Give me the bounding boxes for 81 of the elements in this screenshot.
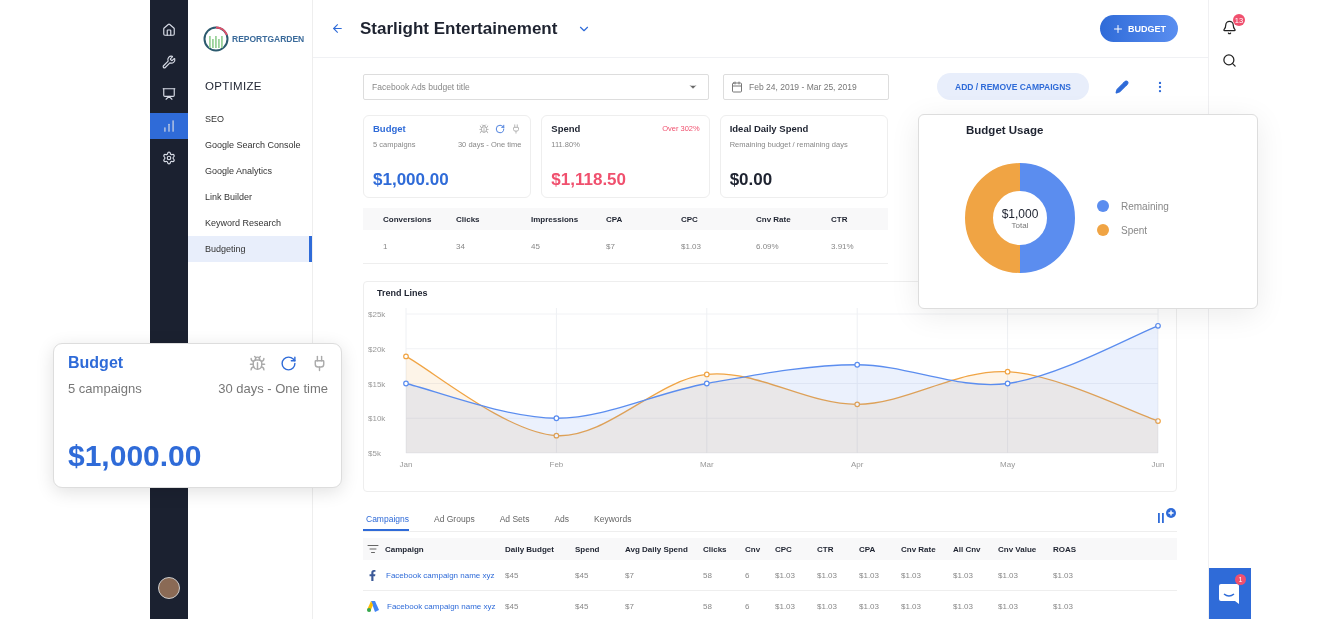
- table-cell: $45: [505, 591, 575, 619]
- table-cell: $1.03: [1053, 560, 1177, 591]
- table-cell: $7: [588, 230, 663, 264]
- sidebar-heading: OPTIMIZE: [204, 79, 263, 94]
- x-axis-label: Jun: [1151, 460, 1165, 469]
- table-cell: 1: [363, 230, 438, 264]
- chart-title: Trend Lines: [376, 287, 429, 298]
- column-header: Cnv Rate: [901, 538, 953, 560]
- card-title: Budget Usage: [966, 124, 1045, 136]
- table-cell: $1.03: [998, 560, 1053, 591]
- card-title: Ideal Daily Spend: [729, 123, 809, 134]
- column-header: ROAS: [1053, 538, 1177, 560]
- table-cell: $1.03: [953, 560, 998, 591]
- column-header: CTR: [817, 538, 859, 560]
- table-cell: $1.03: [901, 591, 953, 619]
- column-header: Conversions: [363, 208, 438, 230]
- card-value: $1,000.00: [68, 439, 203, 473]
- table-cell: $1.03: [1053, 591, 1177, 619]
- column-header: Cnv Rate: [738, 208, 813, 230]
- legend-label: Spent: [1121, 224, 1148, 236]
- card-subtitle: 5 campaigns: [68, 381, 142, 396]
- table-cell: $1.03: [859, 560, 901, 591]
- table-cell: 6.09%: [738, 230, 813, 264]
- y-axis-label: $15k: [368, 379, 386, 389]
- card-title: Budget: [373, 123, 406, 134]
- card-value: $1,000.00: [373, 170, 450, 190]
- card-value: $1,118.50: [551, 170, 628, 190]
- column-header: CTR: [813, 208, 888, 230]
- table-cell: 34: [438, 230, 513, 264]
- column-header: Clicks: [438, 208, 513, 230]
- donut-total-label: Total: [1011, 220, 1029, 230]
- card-title: Spend: [551, 123, 581, 134]
- table-cell: 58: [703, 560, 745, 591]
- table-cell: $45: [505, 560, 575, 591]
- logo-text: REPORTGARDEN: [232, 34, 305, 44]
- x-axis-label: Mar: [699, 460, 714, 469]
- column-header: Campaign: [385, 544, 424, 554]
- table-cell: $1.03: [775, 591, 817, 619]
- table-cell: $1.03: [859, 591, 901, 619]
- column-header: Impressions: [513, 208, 588, 230]
- column-header: CPA: [859, 538, 901, 560]
- table-cell: 3.91%: [813, 230, 888, 264]
- column-header: Clicks: [703, 538, 745, 560]
- table-cell: 58: [703, 591, 745, 619]
- table-cell: $1.03: [998, 591, 1053, 619]
- table-cell: $1.03: [817, 591, 859, 619]
- column-header: CPA: [588, 208, 663, 230]
- y-axis-label: $10k: [368, 414, 386, 424]
- table-cell: $1.03: [775, 560, 817, 591]
- x-axis-label: Jan: [399, 460, 413, 469]
- x-axis-label: Apr: [850, 460, 864, 469]
- table-cell: 6: [745, 591, 775, 619]
- column-header: CPC: [775, 538, 817, 560]
- table-cell: $1.03: [663, 230, 738, 264]
- x-axis-label: Feb: [549, 460, 564, 469]
- column-header: Cnv Value: [998, 538, 1053, 560]
- page-title: Starlight Entertainement: [360, 18, 558, 39]
- column-header: Avg Daily Spend: [625, 538, 703, 560]
- column-header: Cnv: [745, 538, 775, 560]
- legend-label: Remaining: [1121, 200, 1169, 212]
- table-cell: $1.03: [953, 591, 998, 619]
- table-cell: 6: [745, 560, 775, 591]
- column-header: Daily Budget: [505, 538, 575, 560]
- card-note: 30 days - One time: [218, 381, 328, 396]
- table-cell: $7: [625, 591, 703, 619]
- table-cell: $45: [575, 560, 625, 591]
- table-cell: $45: [575, 591, 625, 619]
- table-cell: 45: [513, 230, 588, 264]
- y-axis-label: $5k: [368, 449, 381, 458]
- x-axis-label: May: [1000, 460, 1016, 469]
- table-cell: $1.03: [901, 560, 953, 591]
- table-cell: $1.03: [817, 560, 859, 591]
- column-header: CPC: [663, 208, 738, 230]
- card-title: Budget: [68, 354, 124, 372]
- y-axis-label: $20k: [368, 344, 386, 354]
- card-value: $0.00: [729, 170, 774, 190]
- column-header: All Cnv: [953, 538, 998, 560]
- table-cell: $7: [625, 560, 703, 591]
- donut-total: $1,000: [1001, 206, 1039, 221]
- y-axis-label: $25k: [368, 310, 386, 319]
- column-header: Spend: [575, 538, 625, 560]
